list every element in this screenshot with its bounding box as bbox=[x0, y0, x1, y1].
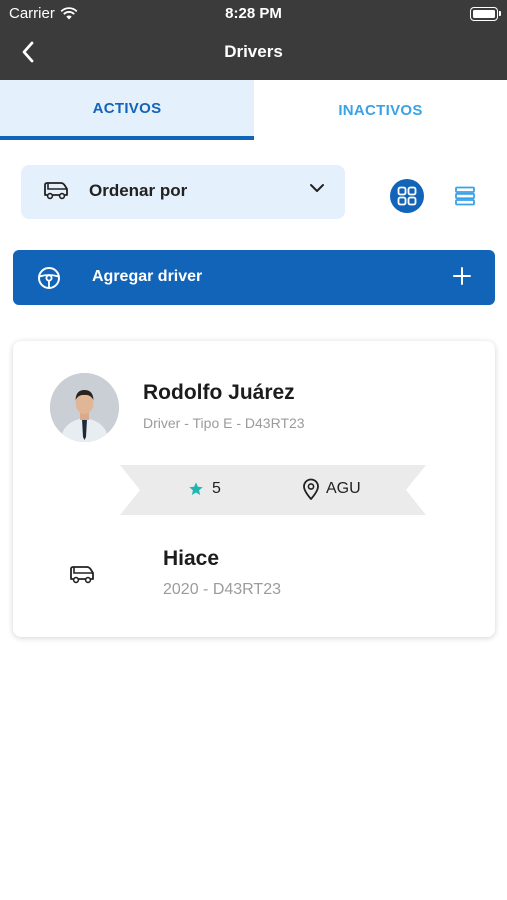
driver-rating: 5 bbox=[188, 480, 221, 498]
add-driver-label: Agregar driver bbox=[92, 268, 203, 285]
grid-view-icon bbox=[397, 186, 417, 206]
driver-card[interactable]: Rodolfo Juárez Driver - Tipo E - D43RT23… bbox=[13, 341, 495, 637]
driver-location: AGU bbox=[302, 478, 361, 500]
van-icon bbox=[44, 182, 68, 200]
van-icon bbox=[70, 566, 94, 584]
tab-bar: ACTIVOS INACTIVOS bbox=[0, 80, 507, 140]
tab-activos[interactable]: ACTIVOS bbox=[0, 80, 254, 140]
grid-view-button[interactable] bbox=[390, 179, 424, 213]
driver-stats-ribbon: 5 AGU bbox=[120, 465, 426, 515]
rating-value: 5 bbox=[212, 480, 221, 497]
page-title: Drivers bbox=[224, 42, 283, 61]
avatar bbox=[50, 373, 119, 442]
driver-name: Rodolfo Juárez bbox=[143, 381, 295, 404]
ribbon-background bbox=[120, 465, 426, 515]
sort-dropdown[interactable]: Ordenar por bbox=[21, 165, 345, 219]
star-icon bbox=[189, 482, 203, 495]
status-bar: Carrier 8:28 PM bbox=[0, 0, 507, 28]
sort-label: Ordenar por bbox=[89, 181, 188, 200]
vehicle-name: Hiace bbox=[163, 547, 220, 570]
plus-icon bbox=[453, 267, 471, 285]
list-view-button[interactable] bbox=[448, 179, 482, 213]
tab-inactivos[interactable]: INACTIVOS bbox=[254, 80, 507, 140]
top-bar: Carrier 8:28 PM Drivers bbox=[0, 0, 507, 80]
battery-icon bbox=[470, 7, 501, 21]
nav-bar: Drivers bbox=[0, 30, 507, 74]
clock: 8:28 PM bbox=[225, 5, 282, 22]
add-driver-button[interactable]: Agregar driver bbox=[13, 250, 495, 305]
list-view-icon bbox=[455, 186, 475, 206]
chevron-down-icon bbox=[310, 184, 324, 192]
location-pin-icon bbox=[303, 478, 319, 500]
steering-wheel-icon bbox=[38, 267, 60, 289]
location-value: AGU bbox=[326, 480, 361, 497]
vehicle-subtitle: 2020 - D43RT23 bbox=[163, 581, 281, 598]
driver-subtitle: Driver - Tipo E - D43RT23 bbox=[143, 415, 305, 431]
